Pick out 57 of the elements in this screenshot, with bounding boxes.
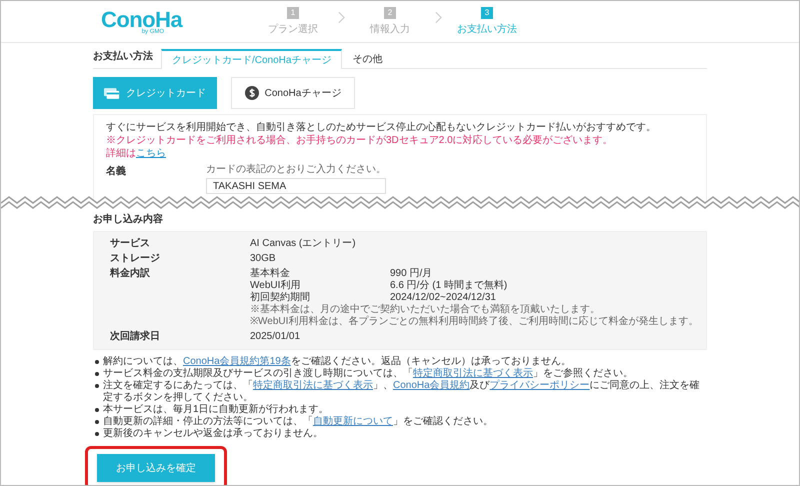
step-number: 2 [384,6,396,18]
bullet-icon [95,372,99,376]
field-hint: カードの表記のとおりご入力ください。 [206,164,386,176]
note-link[interactable]: 特定商取引法に基づく表示 [413,368,533,379]
fee-note: ※WebUI利用料金は、各プランごとの無料利用時間終了後、ご利用時間に応じて料金が発生します。 [250,316,698,328]
bullet-icon [95,432,99,436]
fee-label: 初回契約期間 [250,292,311,304]
confirm-button[interactable]: お申し込みを確定 [97,454,215,482]
payment-method-button[interactable]: ConoHaチャージ [231,77,355,109]
note-text: 解約については、ConoHa会員規約第19条をご確認ください。返品（キャンセル）は承っておりません。 [103,356,571,368]
summary-value: AI Canvas (エントリー) [250,238,356,250]
payment-tab[interactable]: クレジットカード/ConoHaチャージ [161,49,342,69]
credit-card-icon [104,88,120,98]
summary-value: 30GB [250,253,276,265]
step-number: 1 [287,6,300,18]
name-input-field[interactable]: TAKASHI SEMA [206,178,386,194]
warning-text: ※クレジットカードをご利用される場合、お手持ちのカードが3Dセキュア2.0に対応している必要がございます。 [106,135,614,147]
payment-tab[interactable]: その他 [342,49,392,69]
intro-text: すぐにサービスを利用開始でき、自動引き落としのためサービス停止の心配もないクレジットカード払いがおすすめです。 [106,122,657,134]
field-label: 名義 [106,164,127,179]
fee-note: ※基本料金は、月の途中でご契約いただいた場合でも満額を頂戴いたします。 [250,304,601,316]
note-link[interactable]: ConoHa会員規約第19条 [183,356,291,367]
dollar-coin-icon [244,86,259,100]
fee-value: 2024/12/02~2024/12/31 [390,292,496,304]
fee-value: 6.6 円/分 (1 時間まで無料) [390,280,508,292]
step-number: 3 [481,6,494,18]
note-link[interactable]: 特定商取引法に基づく表示 [253,380,373,391]
note-text: サービス料金の支払期限及びサービスの引き渡し時期については、「特定商取引法に基づく表示」をご参照ください。 [103,368,633,380]
payment-method-button[interactable]: クレジットカード [93,77,217,109]
step-label: 情報入力 [370,22,410,36]
bullet-icon [95,420,99,424]
note-link[interactable]: ConoHa会員規約 [393,380,470,391]
section-title: お申し込み内容 [93,212,164,227]
fee-value: 990 円/月 [390,268,432,280]
note-text: 本サービスは、毎月1日に自動更新が行われます。 [103,404,329,416]
fee-label: WebUI利用 [250,280,302,292]
fee-label: 基本料金 [250,268,291,280]
note-link[interactable]: プライバシーポリシー [490,380,590,391]
note-text: 自動更新の詳細・停止の方法等については、「自動更新について」をご確認ください。 [103,416,493,428]
note-text: 更新後のキャンセルや返金は承っておりません。 [103,428,323,440]
section-label: お支払い方法 [93,49,154,64]
step-label: プラン選択 [268,22,318,36]
detail-text: 詳細はこちら [106,148,167,160]
summary-label: 次回請求日 [110,331,161,343]
bullet-icon [95,360,99,364]
step-label: お支払い方法 [457,22,518,36]
note-link[interactable]: 自動更新について [313,416,393,427]
note-text: 注文を確定するにあたっては、「特定商取引法に基づく表示」、ConoHa会員規約及びプライバシーポリシーにご同意の上、注文を確定するボタンを押してください。 [103,380,701,404]
summary-label: 料金内訳 [110,268,151,281]
chevron-right-icon [338,10,346,24]
bullet-icon [95,408,99,412]
detail-link[interactable]: こちら [136,148,166,159]
bullet-icon [95,384,99,388]
chevron-right-icon [435,10,442,24]
summary-label: サービス [110,238,151,250]
summary-label: ストレージ [110,253,161,265]
summary-value: 2025/01/01 [250,331,300,343]
